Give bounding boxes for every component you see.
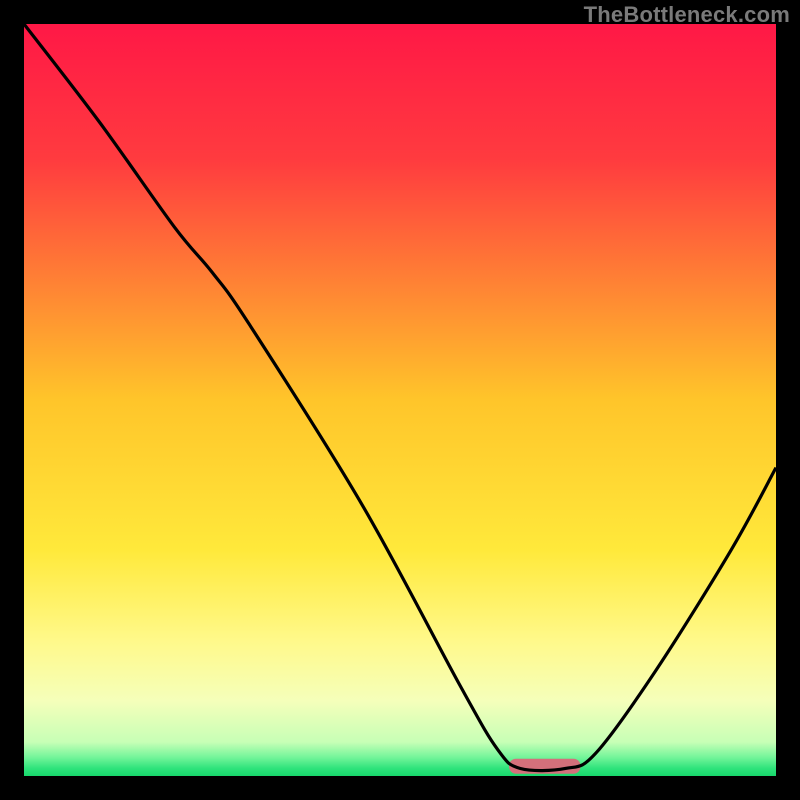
chart-background	[24, 24, 776, 776]
chart-frame	[24, 24, 776, 776]
watermark-text: TheBottleneck.com	[584, 2, 790, 28]
bottleneck-chart	[24, 24, 776, 776]
